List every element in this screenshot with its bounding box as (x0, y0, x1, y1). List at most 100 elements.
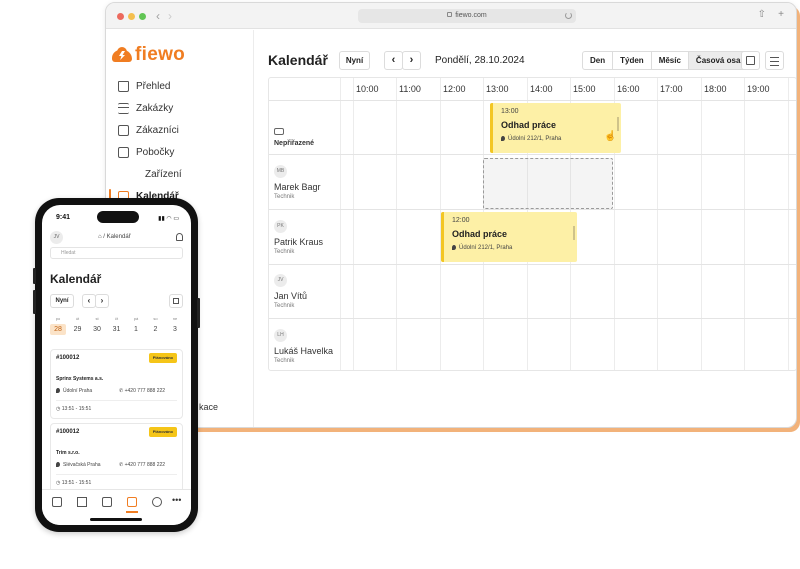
event-title: Odhad práce (501, 120, 557, 130)
avatar: LH (274, 329, 287, 342)
event-card[interactable]: 12:00 Odhad práce Údolní 212/1, Praha (441, 212, 577, 262)
hour-label: 17:00 (660, 84, 683, 94)
prev-week-button[interactable]: ‹ (82, 294, 96, 308)
sidebar-item-label: Pobočky (136, 146, 175, 158)
calendar-icon[interactable] (127, 497, 137, 507)
view-month[interactable]: Měsíc (652, 52, 689, 69)
person-name: Marek Bagr (274, 182, 321, 192)
job-phone[interactable]: ✆ +420 777 888 222 (119, 462, 165, 468)
zoom-window-button[interactable] (139, 13, 146, 20)
calendar-main: Kalendář Nyní ‹ › Pondělí, 28.10.2024 De… (255, 30, 796, 427)
sidebar-nav: Přehled Zakázky Zákazníci Pobočky Zaříze… (109, 75, 182, 380)
day-cell[interactable]: st 30 (89, 316, 105, 335)
sidebar-item-label: Přehled (136, 80, 171, 92)
sidebar-item-partial[interactable]: kace (199, 402, 218, 412)
sidebar-item-zakazky[interactable]: Zakázky (118, 97, 182, 119)
search-input[interactable]: Hledat (50, 247, 183, 259)
resize-handle[interactable] (617, 117, 619, 131)
row-person: MB Marek Bagr Technik (274, 165, 321, 200)
filter-button[interactable] (765, 51, 784, 70)
sidebar-item-label: Zakázky (136, 102, 174, 114)
location-pin-icon (56, 462, 60, 467)
home-icon (118, 80, 129, 92)
avatar[interactable]: JV (50, 231, 63, 244)
fiewo-logo[interactable]: fiewo (112, 44, 185, 66)
hour-label: 15:00 (573, 84, 596, 94)
view-timeline[interactable]: Časová osa (688, 52, 748, 69)
clock-icon: ◷ (56, 406, 61, 412)
share-icon[interactable]: ⇧ (758, 10, 766, 20)
prev-day-button[interactable]: ‹ (384, 51, 403, 70)
contact-card-icon (118, 124, 129, 136)
minimize-window-button[interactable] (128, 13, 135, 20)
hour-label: 10:00 (356, 84, 379, 94)
job-id: #100012 (56, 355, 80, 361)
breadcrumb: ⌂ / Kalendář (98, 234, 131, 240)
event-title: Odhad práce (452, 229, 508, 239)
job-address: Slévačská Praha (56, 462, 101, 468)
phone-call-icon: ✆ (119, 462, 124, 468)
location-pin-icon (501, 136, 505, 141)
home-icon[interactable] (52, 497, 62, 507)
event-time: 13:00 (501, 108, 519, 115)
day-cell[interactable]: út 29 (70, 316, 86, 335)
bell-icon[interactable] (176, 233, 183, 241)
status-icons: ▮▮ ◠ ▭ (158, 216, 179, 222)
more-icon[interactable]: ••• (172, 495, 181, 505)
resize-handle[interactable] (573, 226, 575, 240)
company-name: Sprinx Systems a.s. (56, 376, 104, 382)
person-name: Patrik Kraus (274, 237, 324, 247)
address-bar[interactable]: fiewo.com (358, 9, 576, 23)
location-pin-icon (56, 388, 60, 393)
tab-bar: ••• (42, 489, 191, 525)
next-day-button[interactable]: › (402, 51, 421, 70)
breadcrumb-label[interactable]: / Kalendář (103, 234, 130, 240)
close-window-button[interactable] (117, 13, 124, 20)
back-arrow-icon[interactable]: ‹ (156, 9, 160, 23)
now-button[interactable]: Nyní (50, 294, 74, 308)
unassigned-label: Nepřiřazené (274, 140, 315, 147)
person-role: Technik (274, 249, 295, 255)
sidebar-item-pobocky[interactable]: Pobočky (118, 141, 182, 163)
view-day[interactable]: Den (583, 52, 614, 69)
event-card[interactable]: 13:00 Odhad práce Údolní 212/1, Praha ☝ (490, 103, 621, 153)
contact-card-icon[interactable] (102, 497, 112, 507)
day-cell[interactable]: so 2 (148, 316, 164, 335)
phone-header: JV ⌂ / Kalendář (50, 231, 183, 245)
browser-toolbar: ‹ › fiewo.com ⇧ + (106, 3, 796, 29)
day-cell[interactable]: po 28 (50, 316, 66, 335)
address-bar-url: fiewo.com (455, 12, 487, 19)
hour-label: 14:00 (530, 84, 553, 94)
job-card[interactable]: #100012 Plánováno Sprinx Systems a.s. Úd… (50, 349, 183, 419)
calendar-picker-button[interactable] (169, 294, 183, 308)
day-cell[interactable]: ne 3 (167, 316, 183, 335)
phone-mockup: 9:41 ▮▮ ◠ ▭ JV ⌂ / Kalendář Hledat Kalen… (33, 198, 200, 532)
company-name: Trim s.r.o. (56, 450, 80, 456)
sidebar-item-zakaznici[interactable]: Zákazníci (118, 119, 182, 141)
next-week-button[interactable]: › (95, 294, 109, 308)
sidebar-item-zarizeni[interactable]: Zařízení (118, 163, 182, 380)
forward-arrow-icon[interactable]: › (168, 9, 172, 23)
page-title: Kalendář (268, 52, 328, 68)
person-name: Lukáš Havelka (274, 346, 334, 356)
week-strip: po 28 út 29 st 30 čt 31 pá 1 so 2 ne 3 (50, 316, 183, 335)
day-cell[interactable]: čt 31 (109, 316, 125, 335)
new-tab-icon[interactable]: + (778, 10, 784, 20)
puzzle-icon[interactable] (152, 497, 162, 507)
job-card[interactable]: #100012 Plánováno Trim s.r.o. Slévačská … (50, 423, 183, 493)
status-badge: Plánováno (148, 353, 177, 363)
row-unassigned: Nepřiřazené (274, 128, 314, 147)
now-button[interactable]: Nyní (339, 51, 370, 70)
sidebar-item-label: Zákazníci (136, 124, 179, 136)
date-picker-button[interactable] (741, 51, 760, 70)
home-icon[interactable]: ⌂ (98, 234, 102, 240)
reload-icon[interactable] (565, 12, 572, 19)
list-icon[interactable] (77, 497, 87, 507)
timeline-grid: 10:00 11:00 12:00 13:00 14:00 15:00 16:0… (268, 77, 796, 371)
job-phone[interactable]: ✆ +420 777 888 222 (119, 388, 165, 394)
sidebar-item-prehled[interactable]: Přehled (118, 75, 182, 97)
view-week[interactable]: Týden (613, 52, 652, 69)
hour-label: 16:00 (617, 84, 640, 94)
status-time: 9:41 (56, 214, 71, 221)
day-cell[interactable]: pá 1 (128, 316, 144, 335)
